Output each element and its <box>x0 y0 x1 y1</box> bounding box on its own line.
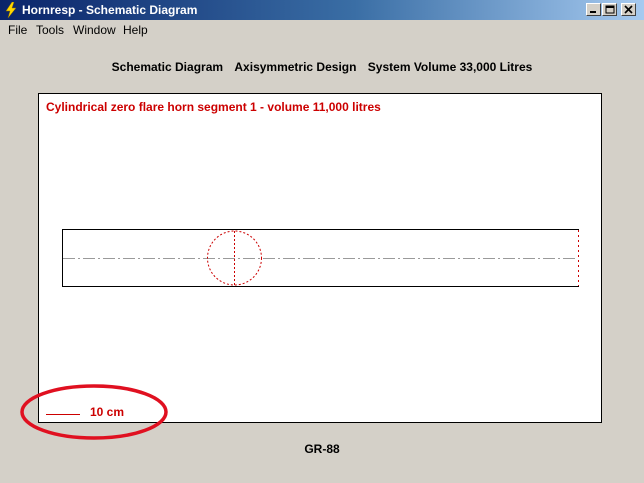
highlight-ellipse <box>20 384 168 440</box>
model-label: GR-88 <box>304 442 340 456</box>
schematic-drawing <box>20 229 579 440</box>
